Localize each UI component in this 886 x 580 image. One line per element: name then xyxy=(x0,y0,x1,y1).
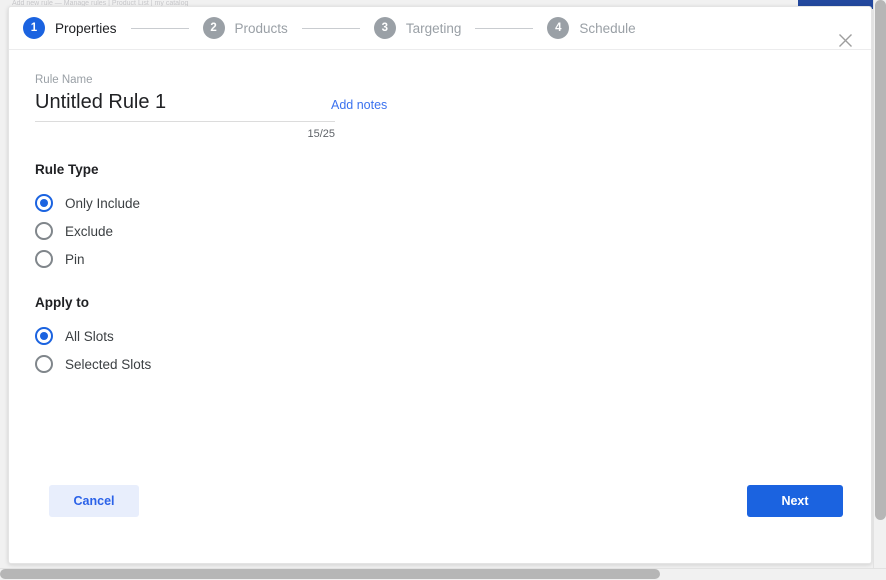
radio-label: Selected Slots xyxy=(65,356,152,372)
radio-rule-type-only-include[interactable]: Only Include xyxy=(35,189,845,217)
radio-label: All Slots xyxy=(65,328,114,344)
stepper-connector xyxy=(475,27,534,29)
stepper-step-properties[interactable]: 1 Properties xyxy=(23,17,117,39)
radio-indicator xyxy=(35,222,53,240)
next-button[interactable]: Next xyxy=(747,485,843,517)
radio-indicator xyxy=(35,194,53,212)
radio-indicator xyxy=(35,250,53,268)
step-label: Targeting xyxy=(405,20,462,36)
apply-to-title: Apply to xyxy=(35,295,89,310)
cancel-button[interactable]: Cancel xyxy=(49,485,139,517)
stepper-step-targeting[interactable]: 3 Targeting xyxy=(373,17,462,39)
rule-type-title: Rule Type xyxy=(35,162,99,177)
radio-rule-type-exclude[interactable]: Exclude xyxy=(35,217,845,245)
dialog-footer: Cancel Next xyxy=(9,477,871,563)
wizard-stepper: 1 Properties 2 Products 3 Targeting 4 Sc… xyxy=(23,17,636,39)
dialog-body: Rule Name 15/25 Add notes Rule Type Only… xyxy=(9,50,871,477)
radio-label: Exclude xyxy=(65,223,114,239)
step-number-badge: 4 xyxy=(547,17,570,39)
step-number-badge: 1 xyxy=(23,17,45,39)
dialog-header: 1 Properties 2 Products 3 Targeting 4 Sc… xyxy=(9,7,871,50)
rule-type-group: Rule Type Only Include Exclude Pin xyxy=(35,162,845,273)
horizontal-scrollbar[interactable] xyxy=(0,568,886,580)
radio-apply-to-selected-slots[interactable]: Selected Slots xyxy=(35,350,845,378)
stepper-step-products[interactable]: 2 Products xyxy=(202,17,288,39)
stepper-step-schedule[interactable]: 4 Schedule xyxy=(547,17,636,39)
step-number-badge: 3 xyxy=(373,17,396,39)
step-label: Schedule xyxy=(579,20,636,36)
step-label: Properties xyxy=(55,20,117,36)
radio-label: Only Include xyxy=(65,195,141,211)
stepper-connector xyxy=(130,27,189,29)
character-counter: 15/25 xyxy=(307,128,335,140)
rule-name-field: Rule Name 15/25 Add notes xyxy=(35,74,387,140)
stepper-connector xyxy=(301,27,360,29)
radio-rule-type-pin[interactable]: Pin xyxy=(35,245,845,273)
horizontal-scrollbar-thumb[interactable] xyxy=(0,569,660,579)
radio-apply-to-all-slots[interactable]: All Slots xyxy=(35,322,845,350)
rule-name-input[interactable] xyxy=(35,91,335,122)
step-label: Products xyxy=(234,20,288,36)
radio-indicator xyxy=(35,355,53,373)
vertical-scrollbar[interactable] xyxy=(873,0,886,568)
add-notes-link[interactable]: Add notes xyxy=(331,98,387,112)
rule-name-label: Rule Name xyxy=(35,74,93,86)
vertical-scrollbar-thumb[interactable] xyxy=(875,0,886,520)
radio-label: Pin xyxy=(65,251,85,267)
radio-indicator xyxy=(35,327,53,345)
horizontal-scrollbar-track-gap xyxy=(668,569,678,579)
apply-to-group: Apply to All Slots Selected Slots xyxy=(35,295,845,378)
step-number-badge: 2 xyxy=(202,17,225,39)
rule-wizard-dialog: 1 Properties 2 Products 3 Targeting 4 Sc… xyxy=(8,6,872,564)
